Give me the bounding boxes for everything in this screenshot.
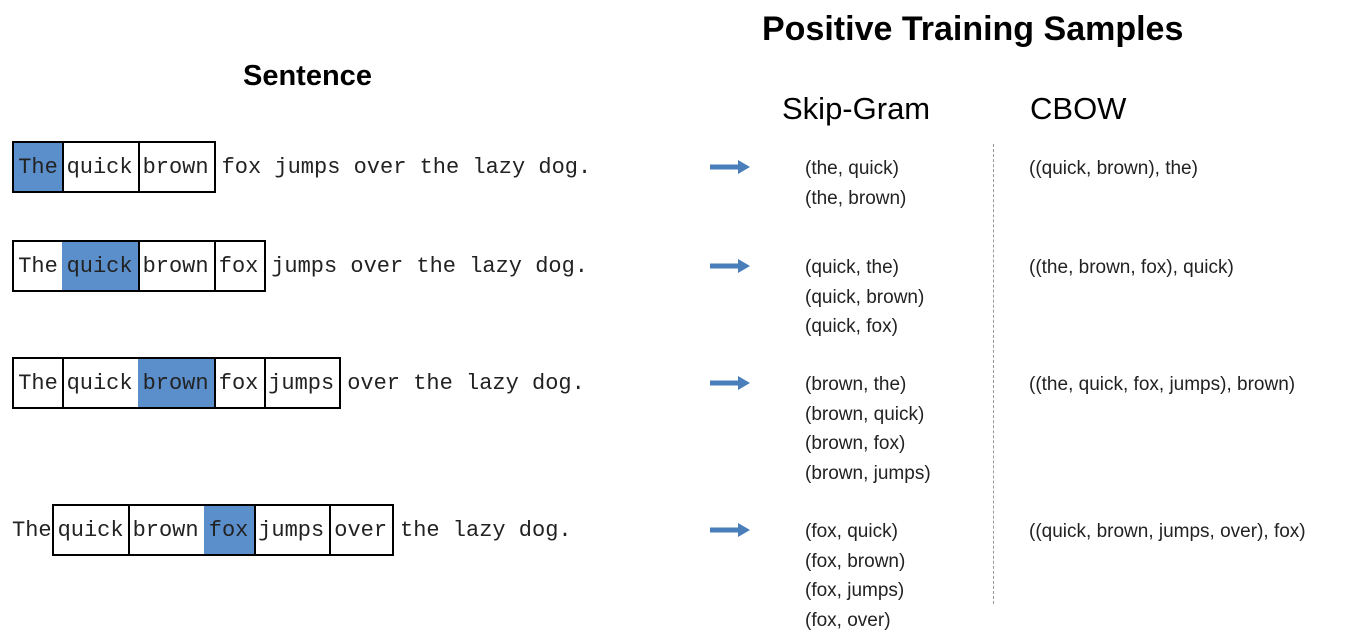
skipgram-pairs: (the, quick) (the, brown) [805, 154, 906, 213]
sentence-word: lazy [472, 154, 526, 180]
skipgram-pair: (quick, fox) [805, 316, 898, 337]
sentence-word: lazy [452, 517, 506, 543]
sentence-word: The [12, 517, 52, 543]
sentence-word: fox [221, 154, 262, 180]
skipgram-pair: (brown, jumps) [805, 462, 931, 484]
target-word: brown [137, 357, 216, 409]
skipgram-pairs: (quick, the) (quick, brown) (quick, fox) [805, 253, 924, 342]
skipgram-pairs: (fox, quick) (fox, brown) (fox, jumps) (fox… [805, 517, 905, 635]
context-word: quick [61, 357, 140, 409]
context-word: quick [61, 141, 140, 193]
context-word: jumps [263, 357, 342, 409]
context-word: brown [127, 504, 206, 556]
context-word: The [12, 357, 64, 409]
context-word: quick [51, 504, 130, 556]
cbow-sample: ((quick, brown), the) [1029, 158, 1198, 179]
cbow-sample: ((quick, brown, jumps, over), fox) [1029, 521, 1306, 542]
diagram-title: Positive Training Samples [762, 10, 1184, 48]
sentence-word: over [350, 253, 404, 279]
right-arrow-icon [710, 376, 750, 390]
cbow-sample: ((the, brown, fox), quick) [1029, 257, 1234, 278]
skipgram-pair: (quick, brown) [805, 286, 925, 308]
sentence-word: jumps [271, 253, 338, 279]
sentence-word: lazy [466, 370, 519, 396]
context-word: fox [213, 357, 266, 409]
skipgram-pairs: (brown, the) (brown, quick) (brown, fox) (b… [805, 370, 931, 488]
cbow-column-header: CBOW [1030, 91, 1127, 126]
skipgram-pair: (the, brown) [805, 187, 907, 209]
sentence-word: the [413, 370, 453, 396]
skipgram-pair: (brown, fox) [805, 433, 906, 454]
sentence-word: dog. [518, 517, 572, 543]
skipgram-pair: (fox, jumps) [805, 580, 905, 601]
skipgram-pair: (brown, the) [805, 374, 907, 395]
target-word: fox [203, 504, 256, 556]
context-word: brown [137, 240, 216, 292]
sentence-heading: Sentence [243, 60, 372, 92]
context-word: over [329, 504, 395, 556]
target-word: quick [61, 240, 140, 292]
sentence-word: dog. [535, 253, 588, 279]
skipgram-pair: (fox, over) [805, 609, 891, 631]
context-word: The [12, 240, 64, 292]
column-divider [993, 144, 994, 604]
sentence-word: jumps [274, 154, 341, 180]
sentence-word: the [416, 253, 456, 279]
right-arrow-icon [710, 523, 750, 537]
right-arrow-icon [710, 259, 750, 273]
context-word: jumps [253, 504, 332, 556]
sentence-word: over [347, 370, 400, 396]
skipgram-pair: (fox, brown) [805, 550, 906, 572]
sentence-word: the [400, 517, 440, 543]
skipgram-pair: (quick, the) [805, 257, 899, 278]
right-arrow-icon [710, 160, 750, 174]
context-word: brown [137, 141, 216, 193]
context-word: fox [213, 240, 266, 292]
skipgram-column-header: Skip-Gram [782, 91, 931, 126]
sentence-word: dog. [532, 370, 585, 396]
skipgram-pair: (fox, quick) [805, 521, 898, 542]
skipgram-pair: (brown, quick) [805, 403, 925, 425]
sentence-word: the [419, 154, 460, 180]
sentence-word: dog. [538, 154, 592, 180]
cbow-sample: ((the, quick, fox, jumps), brown) [1029, 374, 1296, 395]
sentence-word: lazy [469, 253, 522, 279]
target-word: The [12, 141, 64, 193]
sentence-word: over [353, 154, 407, 180]
skipgram-pair: (the, quick) [805, 158, 899, 179]
